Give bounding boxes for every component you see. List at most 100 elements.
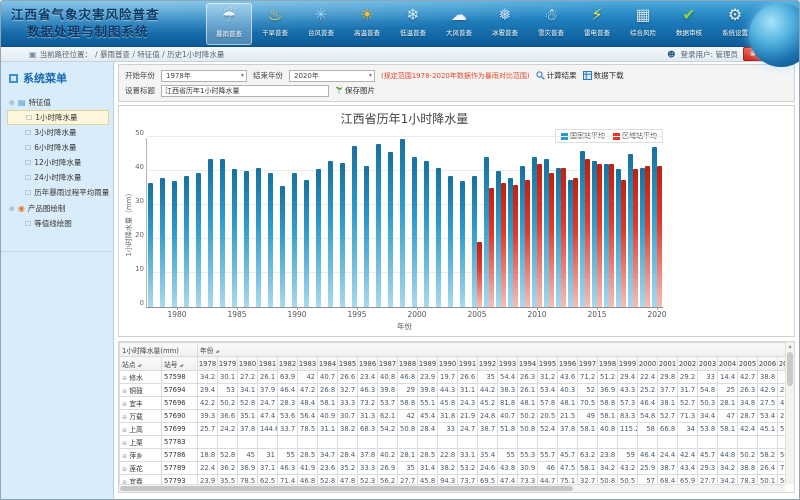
sidebar-group-feature-values[interactable]: ⊕▤特征值 (7, 94, 109, 110)
checkbox-icon[interactable]: ☐ (25, 159, 31, 167)
station-name-cell[interactable]: ⊕ 宜春 (120, 475, 162, 485)
value-cell: 45 (238, 449, 258, 462)
year-column-header[interactable]: 1987 (378, 357, 398, 371)
station-name-cell[interactable]: ⊕ 万载 (120, 410, 162, 423)
toolbar-item-gale[interactable]: ☁大风普查 (436, 3, 482, 45)
expand-icon[interactable]: ⊕ (9, 205, 15, 213)
station-name-cell[interactable]: ⊕ 莲花 (120, 462, 162, 475)
station-name-cell[interactable]: ⊕ 修水 (120, 371, 162, 384)
sidebar-item[interactable]: ☐历年暴雨过程平均雨量 (7, 185, 109, 200)
end-year-select[interactable]: 2020年▾ (289, 70, 375, 82)
horizontal-scroll-thumb[interactable] (120, 486, 573, 491)
year-column-header[interactable]: 1999 (618, 357, 638, 371)
subbar: ▣ 当前路径位置： / 暴雨普查 / 特征值 / 历史1小时降水量 ☻ 登录用户… (1, 47, 799, 62)
year-column-header[interactable]: 1998 (598, 357, 618, 371)
year-dimension-header[interactable]: 年份 ▴▾ (198, 343, 785, 357)
expand-row-icon[interactable]: ⊕ (122, 414, 127, 421)
expand-row-icon[interactable]: ⊕ (122, 375, 127, 382)
checkbox-icon[interactable]: ☐ (25, 129, 31, 137)
station-name-cell[interactable]: ⊕ 铜鼓 (120, 384, 162, 397)
toolbar-item-settings[interactable]: ⚙系统设置 (712, 3, 758, 45)
year-column-header[interactable]: 1989 (418, 357, 438, 371)
chart-title-input[interactable] (161, 85, 329, 97)
data-download-button[interactable]: 数据下载 (583, 70, 624, 81)
table-horizontal-scrollbar[interactable] (119, 484, 785, 492)
sort-icon[interactable]: ▴▾ (180, 363, 183, 369)
year-column-header[interactable]: 2003 (698, 357, 718, 371)
checkbox-icon[interactable]: ☐ (25, 189, 31, 197)
toolbar-item-high-temp[interactable]: ☀高温普查 (344, 3, 390, 45)
toolbar-item-typhoon[interactable]: ✳台风普查 (298, 3, 344, 45)
start-year-select[interactable]: 1978年▾ (161, 70, 247, 82)
station-name-cell[interactable]: ⊕ 萍乡 (120, 449, 162, 462)
year-column-header[interactable]: 2001 (658, 357, 678, 371)
year-column-header[interactable]: 1991 (458, 357, 478, 371)
sidebar-item[interactable]: ☐1小时降水量 (7, 110, 109, 125)
year-column-header[interactable]: 2006 (758, 357, 778, 371)
year-column-header[interactable]: 2005 (738, 357, 758, 371)
expand-row-icon[interactable]: ⊕ (122, 466, 127, 473)
sidebar-item[interactable]: ☐12小时降水量 (7, 155, 109, 170)
value-cell: 31.4 (418, 462, 438, 475)
sidebar-item[interactable]: ☐24小时降水量 (7, 170, 109, 185)
year-column-header[interactable]: 1981 (258, 357, 278, 371)
scroll-up-icon[interactable]: ▴ (786, 342, 794, 351)
year-column-header[interactable]: 2002 (678, 357, 698, 371)
year-column-header[interactable]: 1993 (498, 357, 518, 371)
year-column-header[interactable]: 2007 (778, 357, 785, 371)
year-column-header[interactable]: 1992 (478, 357, 498, 371)
bar-national-1997 (376, 144, 381, 307)
sort-icon[interactable]: ▴▾ (138, 363, 141, 369)
year-column-header[interactable]: 2000 (638, 357, 658, 371)
toolbar-item-hail[interactable]: ❅冰雹普查 (482, 3, 528, 45)
sidebar-group-product-mapping[interactable]: ⊕◉产品图绘制 (7, 200, 109, 216)
toolbar-item-data-review[interactable]: ✔数据审核 (666, 3, 712, 45)
year-column-header[interactable]: 1985 (338, 357, 358, 371)
year-column-header[interactable]: 1982 (278, 357, 298, 371)
expand-row-icon[interactable]: ⊕ (122, 388, 127, 395)
year-column-header[interactable]: 1983 (298, 357, 318, 371)
year-column-header[interactable]: 1978 (198, 357, 218, 371)
bar-regional-2012 (561, 168, 566, 307)
toolbar-item-low-temp[interactable]: ❄低温普查 (390, 3, 436, 45)
station-column-header[interactable]: 站点 ▴▾ (120, 357, 162, 371)
year-column-header[interactable]: 1980 (238, 357, 258, 371)
year-column-header[interactable]: 2004 (718, 357, 738, 371)
table-vertical-scrollbar[interactable]: ▴ (785, 342, 794, 484)
checkbox-icon[interactable]: ☐ (25, 174, 31, 182)
expand-row-icon[interactable]: ⊕ (122, 427, 127, 434)
toolbar-item-snow[interactable]: ☃雪灾普查 (528, 3, 574, 45)
toolbar-item-rainstorm[interactable]: ☔暴雨普查 (206, 3, 252, 45)
station-id-column-header[interactable]: 站号 ▴▾ (162, 357, 198, 371)
sidebar-item[interactable]: ☐等值线绘图 (7, 216, 109, 231)
year-column-header[interactable]: 1997 (578, 357, 598, 371)
sidebar-item[interactable]: ☐3小时降水量 (7, 125, 109, 140)
year-column-header[interactable]: 1996 (558, 357, 578, 371)
year-column-header[interactable]: 1995 (538, 357, 558, 371)
calc-result-button[interactable]: 计算结果 (536, 70, 577, 81)
checkbox-icon[interactable]: ☐ (25, 220, 31, 228)
year-column-header[interactable]: 1986 (358, 357, 378, 371)
station-name-cell[interactable]: ⊕ 上高 (120, 423, 162, 436)
expand-row-icon[interactable]: ⊕ (122, 453, 127, 460)
toolbar-item-composite-risk[interactable]: ▦综合风险 (620, 3, 666, 45)
station-name-cell[interactable]: ⊕ 宜丰 (120, 397, 162, 410)
year-column-header[interactable]: 1988 (398, 357, 418, 371)
checkbox-icon[interactable]: ☐ (25, 144, 31, 152)
expand-row-icon[interactable]: ⊕ (122, 440, 127, 447)
year-column-header[interactable]: 1990 (438, 357, 458, 371)
expand-icon[interactable]: ⊕ (9, 99, 15, 107)
checkbox-icon[interactable]: ☐ (26, 114, 32, 122)
year-column-header[interactable]: 1994 (518, 357, 538, 371)
station-name-cell[interactable]: ⊕ 上栗 (120, 436, 162, 449)
year-column-header[interactable]: 1979 (218, 357, 238, 371)
toolbar-item-lightning[interactable]: ⚡雷电普查 (574, 3, 620, 45)
save-image-button[interactable]: 保存图片 (335, 85, 375, 96)
year-column-header[interactable]: 1984 (318, 357, 338, 371)
expand-row-icon[interactable]: ⊕ (122, 401, 127, 408)
value-cell: 43.6 (558, 371, 578, 384)
sort-icon[interactable]: ▴▾ (216, 349, 219, 355)
toolbar-item-drought[interactable]: ♨干旱普查 (252, 3, 298, 45)
vertical-scroll-thumb[interactable] (787, 352, 793, 386)
sidebar-item[interactable]: ☐6小时降水量 (7, 140, 109, 155)
